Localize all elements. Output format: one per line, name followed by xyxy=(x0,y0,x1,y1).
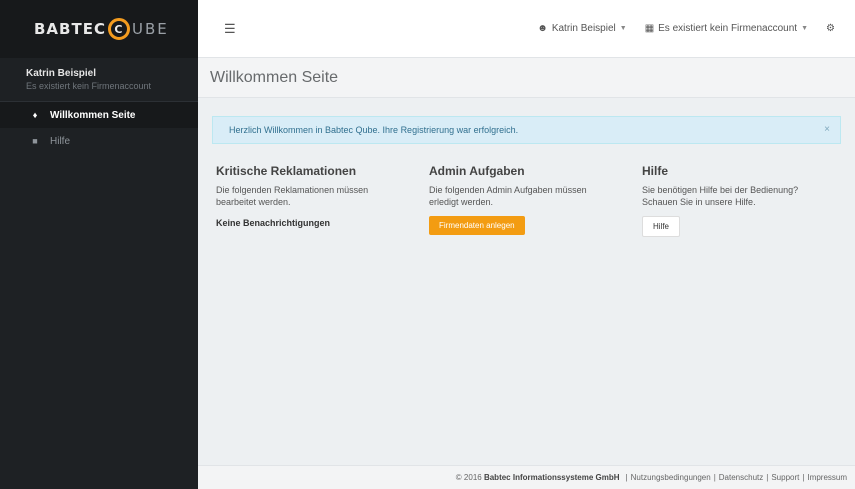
footer-link-support[interactable]: Support xyxy=(771,473,799,482)
logo-prefix: BABTEC xyxy=(34,20,106,38)
topbar: ☰ ☻ Katrin Beispiel ▼ ▦ Es existiert kei… xyxy=(198,0,855,58)
book-icon: ■ xyxy=(32,136,38,146)
sidebar-item-label: Hilfe xyxy=(50,135,71,147)
footer-company: Babtec Informationssysteme GmbH xyxy=(483,473,620,482)
home-icon: ♦ xyxy=(32,110,38,120)
admin-title: Admin Aufgaben xyxy=(429,164,525,178)
footer-copyright: © 2016 xyxy=(455,473,482,482)
sidebar-user-subtitle: Es existiert kein Firmenaccount xyxy=(26,81,152,91)
complaints-panel: Kritische Reklamationen Die folgenden Re… xyxy=(216,164,429,237)
alert-text: Herzlich Willkommen in Babtec Qube. Ihre… xyxy=(229,125,519,135)
sidebar-item-label: Willkommen Seite xyxy=(50,109,136,121)
sidebar-user-name: Katrin Beispiel xyxy=(26,68,97,79)
user-icon: ☻ xyxy=(537,23,548,34)
help-button[interactable]: Hilfe xyxy=(642,216,681,237)
settings-icon[interactable]: ⚙ xyxy=(826,23,835,34)
account-menu[interactable]: ▦ Es existiert kein Firmenaccount ▼ xyxy=(645,23,808,34)
sidebar-item-help[interactable]: ■ Hilfe xyxy=(0,128,198,154)
chevron-down-icon: ▼ xyxy=(801,25,809,32)
chevron-down-icon: ▼ xyxy=(619,25,627,32)
sidebar: BABTEC C UBE Katrin Beispiel Es existier… xyxy=(0,0,198,489)
success-alert: Herzlich Willkommen in Babtec Qube. Ihre… xyxy=(212,116,841,144)
account-menu-label: Es existiert kein Firmenaccount xyxy=(658,23,798,34)
logo-c-icon: C xyxy=(107,18,130,40)
footer-link-privacy[interactable]: Datenschutz xyxy=(719,473,763,482)
footer: © 2016 Babtec Informationssysteme GmbH |… xyxy=(198,465,855,489)
menu-toggle-icon[interactable]: ☰ xyxy=(224,21,236,37)
user-menu-label: Katrin Beispiel xyxy=(551,23,616,34)
logo-suffix: UBE xyxy=(131,20,169,38)
building-icon: ▦ xyxy=(644,23,655,34)
admin-text: Die folgenden Admin Aufgaben müssen erle… xyxy=(429,185,587,207)
admin-panel: Admin Aufgaben Die folgenden Admin Aufga… xyxy=(429,164,642,237)
complaints-note: Keine Benachrichtigungen xyxy=(216,218,331,228)
close-icon[interactable]: × xyxy=(824,124,830,135)
help-panel: Hilfe Sie benötigen Hilfe bei der Bedien… xyxy=(642,164,855,237)
complaints-title: Kritische Reklamationen xyxy=(216,164,357,178)
footer-link-imprint[interactable]: Impressum xyxy=(807,473,847,482)
help-title: Hilfe xyxy=(642,164,669,178)
main-content: Willkommen Seite Herzlich Willkommen in … xyxy=(198,58,855,489)
footer-link-terms[interactable]: Nutzungsbedingungen xyxy=(631,473,711,482)
sidebar-user-block: Katrin Beispiel Es existiert kein Firmen… xyxy=(0,58,198,102)
sidebar-item-welcome[interactable]: ♦ Willkommen Seite xyxy=(0,102,198,128)
logo[interactable]: BABTEC C UBE xyxy=(0,0,198,58)
help-text: Sie benötigen Hilfe bei der Bedienung? S… xyxy=(642,185,799,207)
complaints-text: Die folgenden Reklamationen müssen bearb… xyxy=(216,185,369,207)
user-menu[interactable]: ☻ Katrin Beispiel ▼ xyxy=(537,23,626,34)
page-title: Willkommen Seite xyxy=(198,58,855,98)
create-company-button[interactable]: Firmendaten anlegen xyxy=(429,216,525,235)
